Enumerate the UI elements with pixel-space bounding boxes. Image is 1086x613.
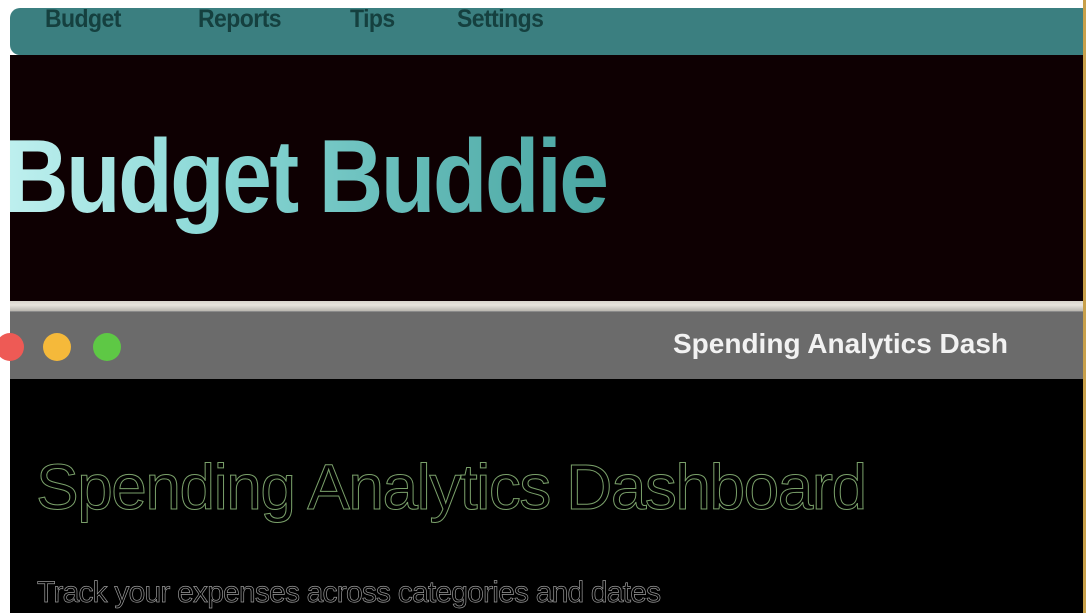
- hero-banner: Budget Buddie: [4, 55, 1084, 301]
- window-titlebar[interactable]: Spending Analytics Dash: [0, 311, 1084, 380]
- nav-item-tips[interactable]: Tips: [350, 8, 402, 34]
- maximize-window-button[interactable]: [93, 333, 121, 361]
- app-title: Budget Buddie: [4, 119, 609, 235]
- section-divider: [10, 301, 1084, 311]
- screenshot-frame: Budget Reports Tips Settings Budget Budd…: [0, 0, 1086, 613]
- top-navigation-bar: Budget Reports Tips Settings: [10, 8, 1084, 55]
- nav-menu: Budget Reports Tips Settings: [45, 8, 601, 34]
- dashboard-heading: Spending Analytics Dashboard: [36, 451, 868, 524]
- nav-item-settings[interactable]: Settings: [457, 8, 544, 34]
- left-margin: [0, 0, 10, 613]
- close-window-button[interactable]: [0, 333, 24, 361]
- nav-item-budget[interactable]: Budget: [45, 8, 140, 34]
- dashboard-content: Spending Analytics Dashboard Track your …: [10, 379, 1084, 613]
- dashboard-subtitle: Track your expenses across categories an…: [37, 576, 662, 610]
- nav-item-reports[interactable]: Reports: [198, 8, 292, 34]
- minimize-window-button[interactable]: [43, 333, 71, 361]
- window-title: Spending Analytics Dash: [673, 328, 1009, 359]
